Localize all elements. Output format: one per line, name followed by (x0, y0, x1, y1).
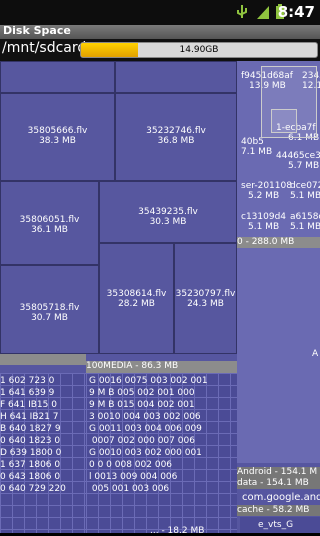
folder-label: ... - 18.2 MB (150, 526, 205, 536)
file-label: 44465ce3f (276, 151, 320, 161)
treemap-block-file[interactable]: 35232746.flv 36.8 MB (115, 93, 237, 181)
treemap-block-file[interactable]: 35805718.flv 30.7 MB (0, 265, 99, 354)
title-bar: Disk Space (0, 24, 320, 39)
file-size: 5.1 MB (290, 222, 320, 232)
folder-header[interactable]: cache - 58.2 MB (237, 505, 320, 516)
treemap-block-file[interactable]: 35805666.flv 38.3 MB (0, 93, 115, 181)
clock: 8:47 (277, 3, 315, 21)
file-size: 5.7 MB (288, 161, 320, 171)
status-bar: 8:47 (0, 0, 320, 25)
file-label: 40b5 (241, 137, 264, 147)
folder-header[interactable]: 100MEDIA - 86.3 MB (86, 361, 237, 373)
treemap-block-file[interactable]: 35439235.flv 30.3 MB (99, 181, 237, 243)
file-size: 7.1 MB (241, 147, 273, 157)
file-label: A (312, 349, 319, 359)
thumbnail-grid[interactable]: 1 602 723 0 1 641 639 9 F 641 IB15 0 H 6… (0, 373, 86, 533)
treemap-block[interactable] (237, 248, 320, 463)
file-size: 5.2 MB (248, 191, 280, 201)
file-label: dce072 (290, 181, 320, 191)
file-size: 5.1 MB (248, 222, 280, 232)
app-title: Disk Space (3, 24, 71, 37)
treemap-block[interactable]: e_vts_G (240, 517, 320, 533)
treemap-block-file[interactable]: 35308614.flv 28.2 MB (99, 243, 174, 354)
grid-labels: G 0016 0075 003 002 001 9 M B 005 002 00… (89, 376, 208, 494)
file-size: 5.1 MB (290, 191, 320, 201)
current-path[interactable]: /mnt/sdcard (2, 40, 86, 56)
storage-usage-bar: 14.90GB (80, 42, 318, 58)
folder-header[interactable]: Android - 154.1 M (237, 467, 320, 478)
treemap-block-file[interactable]: 35806051.flv 36.1 MB (0, 181, 99, 265)
file-label: ser-201108 (241, 181, 292, 191)
file-label: e_vts_G (258, 520, 294, 530)
viewport-indicator-inner (271, 109, 297, 133)
folder-header[interactable]: data - 154.1 MB (237, 478, 320, 489)
folder-label: com.google.andr (242, 492, 320, 503)
usb-icon (236, 4, 248, 24)
treemap[interactable]: 35805666.flv 38.3 MB 35232746.flv 36.8 M… (0, 61, 320, 536)
folder-header[interactable] (0, 354, 86, 365)
treemap-block[interactable] (115, 61, 237, 93)
thumbnail-grid[interactable]: G 0016 0075 003 002 001 9 M B 005 002 00… (86, 373, 237, 533)
treemap-block[interactable] (0, 61, 115, 93)
signal-icon (256, 4, 270, 24)
grid-labels: 1 602 723 0 1 641 639 9 F 641 IB15 0 H 6… (0, 376, 66, 494)
storage-total-label: 14.90GB (179, 45, 219, 55)
file-label: c13109d4 (241, 212, 287, 222)
file-label: a6158c (290, 212, 320, 222)
treemap-block-file[interactable]: 35230797.flv 24.3 MB (174, 243, 237, 354)
folder-header[interactable]: 0 - 288.0 MB (237, 237, 320, 248)
